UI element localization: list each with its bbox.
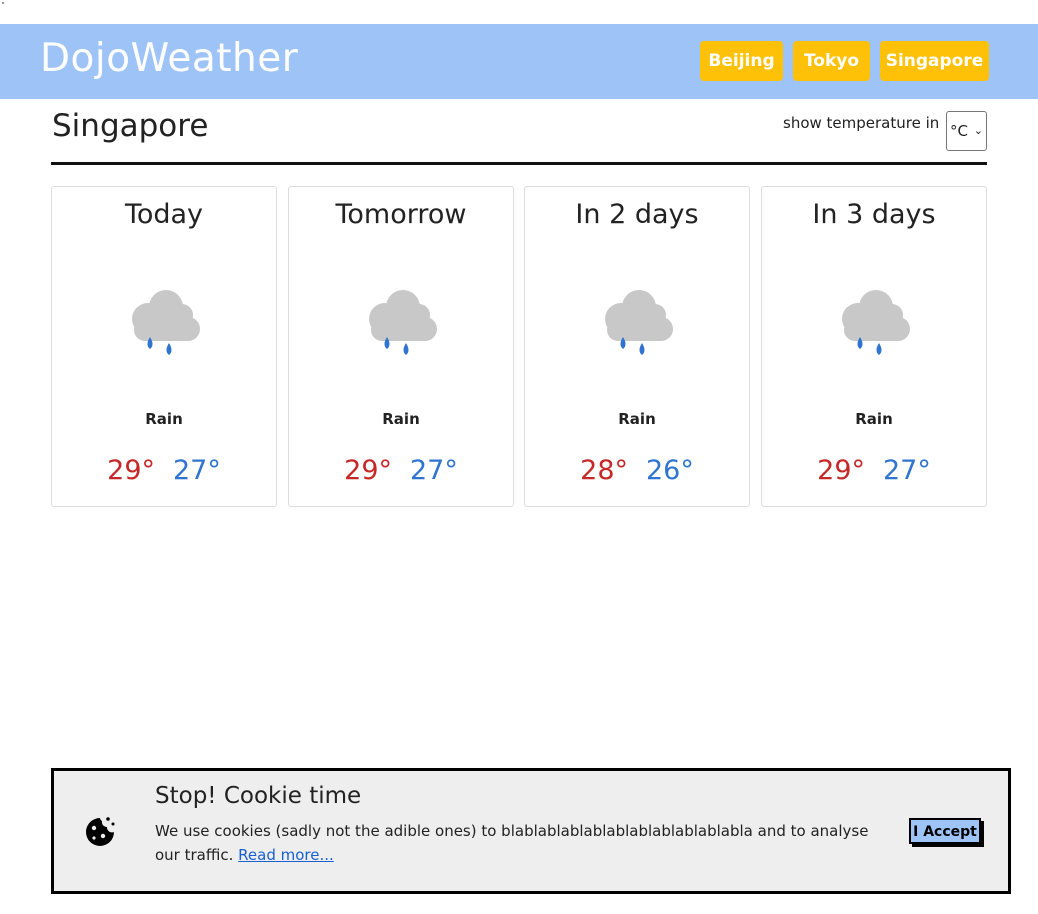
temp-low: 27° [410,455,458,486]
city-title: Singapore [52,108,209,144]
temp-low: 26° [646,455,694,486]
forecast-condition: Rain [618,410,656,428]
forecast-temps: 29° 27° [762,455,986,486]
corner-dot [2,2,4,4]
forecast-temps: 29° 27° [289,455,513,486]
temp-high: 29° [817,455,865,486]
forecast-day: Today [124,199,204,230]
city-button-tokyo[interactable]: Tokyo [793,41,870,81]
divider [51,162,987,165]
unit-select-value: °C [950,122,968,140]
forecast-condition: Rain [145,410,183,428]
forecast-day: Tomorrow [335,199,467,230]
cookie-banner: Stop! Cookie time We use cookies (sadly … [51,768,1011,894]
chevron-down-icon: ⌄ [973,124,983,137]
forecast-day: In 3 days [812,199,936,230]
rain-cloud-icon [369,290,437,355]
rain-cloud-icon [842,290,910,355]
forecast-temps: 28° 26° [525,455,749,486]
forecast-condition: Rain [382,410,420,428]
temp-low: 27° [883,455,931,486]
site-header: DojoWeather Beijing Tokyo Singapore [0,24,1038,99]
unit-label: show temperature in [783,114,940,132]
rain-cloud-icon [132,290,200,355]
forecast-card: In 3 days Rain 29° 27° [761,186,987,507]
city-button-beijing[interactable]: Beijing [700,41,783,81]
forecast-day: In 2 days [575,199,699,230]
city-button-singapore[interactable]: Singapore [880,41,989,81]
forecast-card: Tomorrow Rain 29° 27° [288,186,514,507]
forecast-card: Today Rain 29° 27° [51,186,277,507]
temp-low: 27° [173,455,221,486]
rain-cloud-icon [605,290,673,355]
read-more-link[interactable]: Read more... [238,846,334,864]
forecast-temps: 29° 27° [52,455,276,486]
cookie-title: Stop! Cookie time [155,783,362,809]
forecast-card: In 2 days Rain 28° 26° [524,186,750,507]
temp-high: 28° [580,455,628,486]
temp-high: 29° [344,455,392,486]
cookie-text: We use cookies (sadly not the adible one… [155,819,875,867]
temperature-unit-select[interactable]: °C ⌄ [946,111,987,151]
brand-logo[interactable]: DojoWeather [40,36,298,81]
forecast-condition: Rain [855,410,893,428]
temp-high: 29° [107,455,155,486]
cookie-icon [86,817,115,846]
accept-cookies-button[interactable]: I Accept [909,818,981,844]
